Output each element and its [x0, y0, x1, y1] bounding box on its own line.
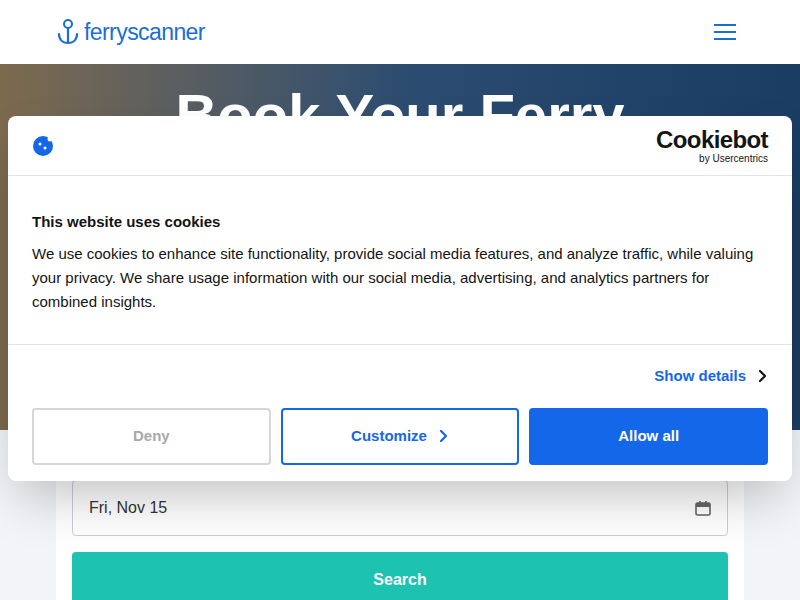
- dialog-header: Cookiebotby Usercentrics: [8, 116, 792, 176]
- cookie-dialog: Cookiebotby Usercentrics This website use…: [8, 116, 792, 481]
- logo-icon: [56, 18, 80, 46]
- site-header: ferryscanner: [0, 0, 800, 64]
- chevron-right-icon: [439, 429, 449, 443]
- show-details-button[interactable]: Show details: [654, 365, 768, 388]
- deny-button[interactable]: Deny: [32, 408, 271, 465]
- date-field[interactable]: Fri, Nov 15: [72, 480, 728, 536]
- cookiebot-logo: Cookiebotby Usercentrics: [656, 128, 768, 164]
- cookie-icon: [32, 135, 54, 157]
- page: ferryscannerBook Your FerryFri, Nov 15Se…: [0, 0, 800, 600]
- logo[interactable]: ferryscanner: [56, 15, 205, 50]
- menu-button[interactable]: [714, 24, 744, 40]
- dialog-body: This website uses cookiesWe use cookies …: [8, 176, 792, 345]
- chevron-right-icon: [758, 369, 768, 383]
- search-button[interactable]: Search: [72, 552, 728, 600]
- allow-all-button[interactable]: Allow all: [529, 408, 768, 465]
- customize-button[interactable]: Customize: [281, 408, 520, 465]
- calendar-icon: [695, 500, 711, 516]
